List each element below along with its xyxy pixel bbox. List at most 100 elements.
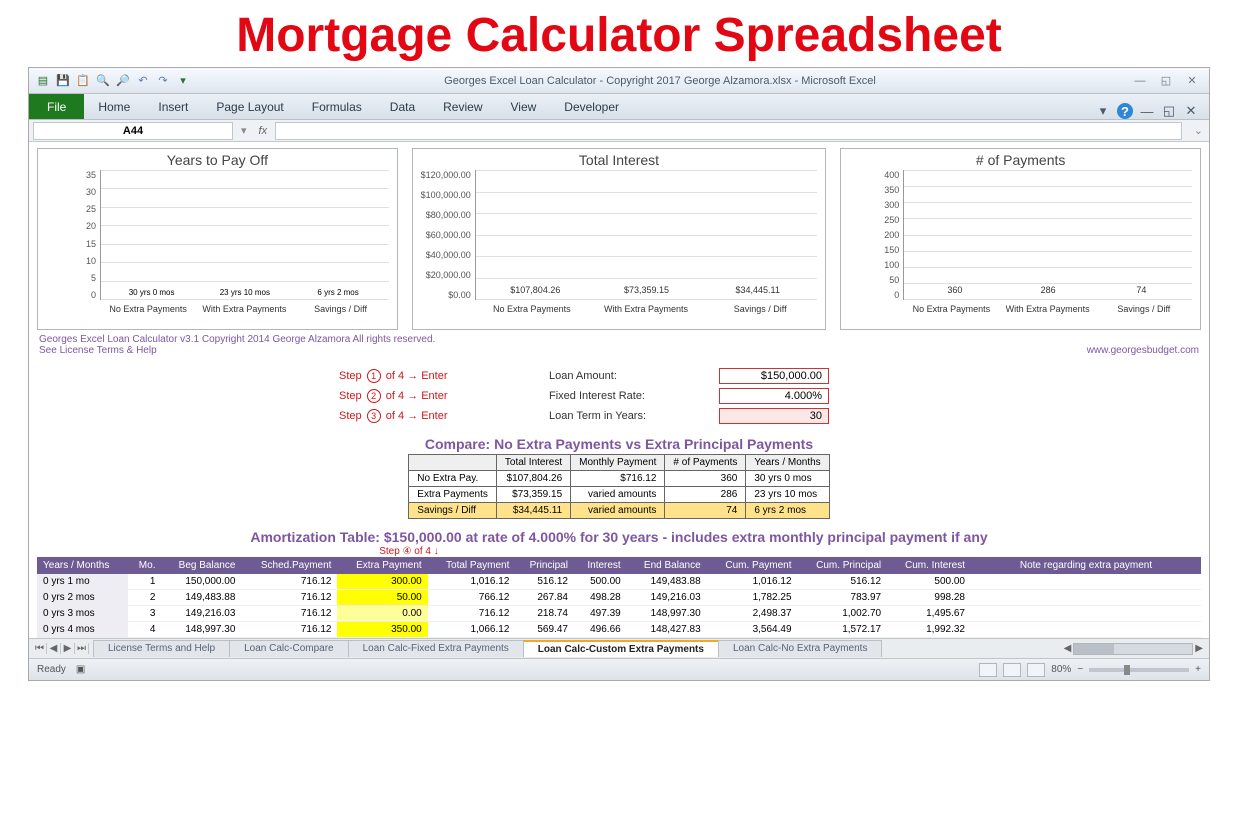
ribbon-tabs: File Home Insert Page Layout Formulas Da… (29, 94, 1209, 120)
window-title: Georges Excel Loan Calculator - Copyrigh… (197, 75, 1123, 87)
ytick: 0 (42, 290, 96, 300)
copyright-text: Georges Excel Loan Calculator v3.1 Copyr… (37, 330, 1201, 345)
sheet-tab[interactable]: License Terms and Help (93, 640, 230, 657)
name-box[interactable]: A44 (33, 122, 233, 140)
ribbon-tab-view[interactable]: View (497, 95, 551, 119)
chart-1[interactable]: Total Interest$120,000.00$100,000.00$80,… (412, 148, 827, 330)
sheet-tab[interactable]: Loan Calc-Custom Extra Payments (523, 640, 719, 657)
bar-label: $34,445.11 (728, 285, 788, 295)
ribbon-tab-formulas[interactable]: Formulas (298, 95, 376, 119)
hscroll-thumb[interactable] (1074, 644, 1114, 654)
undo-icon[interactable]: ↶ (135, 73, 151, 89)
extra-payment-cell[interactable]: 300.00 (337, 574, 427, 590)
step-input-1[interactable]: 4.000% (719, 388, 829, 404)
xtick: Savings / Diff (715, 304, 805, 314)
table-row[interactable]: 0 yrs 4 mos4148,997.30716.12350.001,066.… (37, 622, 1201, 638)
xtick: No Extra Payments (906, 304, 996, 314)
hscroll-left-icon[interactable]: ◀ (1064, 643, 1072, 654)
ytick: $80,000.00 (417, 210, 471, 220)
compare-table: Total InterestMonthly Payment# of Paymen… (408, 454, 829, 519)
step-field-label: Loan Term in Years: (549, 410, 719, 422)
table-row[interactable]: 0 yrs 3 mos3149,216.03716.120.00716.1221… (37, 606, 1201, 622)
workbook-restore-icon[interactable]: ◱ (1161, 103, 1177, 119)
zoom-slider[interactable] (1089, 668, 1189, 672)
close-window-icon[interactable]: ✕ (1183, 73, 1201, 89)
redo-icon[interactable]: ↷ (155, 73, 171, 89)
amort-header: Interest (574, 557, 627, 574)
table-row[interactable]: 0 yrs 2 mos2149,483.88716.1250.00766.122… (37, 590, 1201, 606)
amort-header: Cum. Principal (798, 557, 888, 574)
ribbon-tab-developer[interactable]: Developer (550, 95, 633, 119)
tab-nav-last-icon[interactable]: ⏭ (75, 643, 89, 654)
binoculars-icon[interactable]: 🔍 (95, 73, 111, 89)
bar-label: 360 (925, 285, 985, 295)
input-steps: Step 1 of 4 → EnterLoan Amount:$150,000.… (339, 366, 899, 426)
ribbon-tab-page-layout[interactable]: Page Layout (202, 95, 297, 119)
step-input-2[interactable]: 30 (719, 408, 829, 424)
sheet-tab[interactable]: Loan Calc-Fixed Extra Payments (348, 640, 524, 657)
tab-nav-prev-icon[interactable]: ◀ (47, 643, 61, 654)
extra-payment-cell[interactable]: 50.00 (337, 590, 427, 606)
ytick: 25 (42, 204, 96, 214)
ytick: 350 (845, 185, 899, 195)
formula-input[interactable] (275, 122, 1182, 140)
zoom-thumb[interactable] (1124, 665, 1130, 675)
print-preview-icon[interactable]: 📋 (75, 73, 91, 89)
amortization-table: Years / MonthsMo.Beg BalanceSched.Paymen… (37, 557, 1201, 638)
chart-2[interactable]: # of Payments400350300250200150100500360… (840, 148, 1201, 330)
workbook-minimize-icon[interactable]: — (1139, 103, 1155, 119)
ribbon-tab-review[interactable]: Review (429, 95, 496, 119)
ribbon-tab-insert[interactable]: Insert (144, 95, 202, 119)
view-normal-icon[interactable] (979, 663, 997, 677)
xtick: No Extra Payments (487, 304, 577, 314)
extra-payment-cell[interactable]: 0.00 (337, 606, 427, 622)
tab-nav-first-icon[interactable]: ⏮ (33, 643, 47, 654)
ribbon-collapse-icon[interactable]: ▾ (1095, 103, 1111, 119)
step-field-label: Fixed Interest Rate: (549, 390, 719, 402)
zoom-level[interactable]: 80% (1051, 664, 1071, 675)
help-icon[interactable]: ? (1117, 103, 1133, 119)
tab-nav-next-icon[interactable]: ▶ (61, 643, 75, 654)
website-link[interactable]: www.georgesbudget.com (1087, 345, 1199, 356)
file-tab[interactable]: File (29, 94, 84, 119)
table-row[interactable]: 0 yrs 1 mo1150,000.00716.12300.001,016.1… (37, 574, 1201, 590)
sheet-tab[interactable]: Loan Calc-Compare (229, 640, 349, 657)
ytick: 400 (845, 170, 899, 180)
amortization-title: Amortization Table: $150,000.00 at rate … (37, 529, 1201, 545)
minimize-window-icon[interactable]: — (1131, 73, 1149, 89)
excel-icon: ▤ (35, 73, 51, 89)
step-input-0[interactable]: $150,000.00 (719, 368, 829, 384)
ribbon-tab-data[interactable]: Data (376, 95, 429, 119)
restore-window-icon[interactable]: ◱ (1157, 73, 1175, 89)
namebox-dropdown-icon[interactable]: ▾ (237, 124, 251, 137)
workbook-close-icon[interactable]: ✕ (1183, 103, 1199, 119)
view-pagebreak-icon[interactable] (1027, 663, 1045, 677)
save-icon[interactable]: 💾 (55, 73, 71, 89)
amort-header: Cum. Interest (887, 557, 971, 574)
chart-0[interactable]: Years to Pay Off3530252015105030 yrs 0 m… (37, 148, 398, 330)
cmp-header: Years / Months (746, 455, 829, 471)
bar-label: 74 (1111, 285, 1171, 295)
extra-payment-cell[interactable]: 350.00 (337, 622, 427, 638)
sheet-tab[interactable]: Loan Calc-No Extra Payments (718, 640, 883, 657)
qat-dropdown-icon[interactable]: ▾ (175, 73, 191, 89)
formula-bar-row: A44 ▾ fx ⌄ (29, 120, 1209, 142)
license-link[interactable]: See License Terms & Help (39, 345, 157, 356)
ribbon-tab-home[interactable]: Home (84, 95, 144, 119)
hscroll-right-icon[interactable]: ▶ (1195, 643, 1203, 654)
hscroll-track[interactable] (1073, 643, 1193, 655)
ytick: $120,000.00 (417, 170, 471, 180)
zoom-out-icon[interactable]: − (1077, 664, 1083, 675)
find-icon[interactable]: 🔎 (115, 73, 131, 89)
ytick: $60,000.00 (417, 230, 471, 240)
cmp-row: Extra Payments$73,359.15varied amounts28… (409, 487, 829, 503)
fx-icon[interactable]: fx (251, 125, 276, 137)
formula-bar-expand-icon[interactable]: ⌄ (1188, 124, 1209, 137)
charts-container: Years to Pay Off3530252015105030 yrs 0 m… (37, 148, 1201, 330)
macro-record-icon[interactable]: ▣ (76, 664, 85, 675)
worksheet-area[interactable]: Years to Pay Off3530252015105030 yrs 0 m… (29, 142, 1209, 638)
zoom-in-icon[interactable]: + (1195, 664, 1201, 675)
view-pagelayout-icon[interactable] (1003, 663, 1021, 677)
amort-header: End Balance (627, 557, 707, 574)
bar-label: $73,359.15 (616, 285, 676, 295)
